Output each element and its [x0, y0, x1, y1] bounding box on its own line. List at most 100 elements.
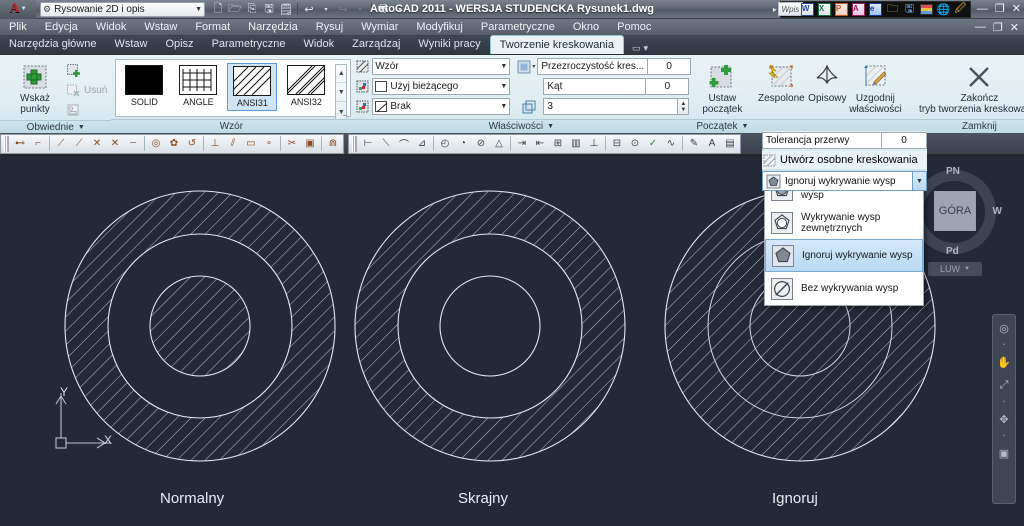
cut-icon[interactable]: ✂ — [283, 135, 301, 153]
dim-break-icon[interactable]: ✓ — [644, 135, 662, 153]
close-button[interactable]: ✕ — [1012, 3, 1021, 15]
chevron-down-icon[interactable]: ▾ — [532, 63, 535, 70]
access-icon[interactable]: A — [851, 2, 866, 17]
menu-item-narzedzia[interactable]: Narzędzia — [239, 19, 307, 36]
showmotion-icon[interactable]: ▣ — [995, 444, 1013, 462]
background-color-combo[interactable]: Brak ▼ — [372, 98, 511, 115]
add-select-objects-button[interactable] — [66, 60, 107, 80]
dim-quick-icon[interactable]: ⊞ — [549, 135, 567, 153]
close-hatch-creation-button[interactable]: Zakończ tryb tworzenia kreskowania — [909, 58, 1024, 115]
tray-expand-icon[interactable]: ▸ — [773, 5, 777, 14]
zoom-extents-icon[interactable]: ⤢ — [995, 376, 1013, 394]
floppy-icon[interactable]: 🖫 — [902, 2, 917, 17]
osnap-endpoint-icon[interactable]: ⊷ — [11, 135, 29, 153]
print-icon[interactable]: 🖶 — [375, 1, 391, 17]
ribbon-display-options[interactable]: ▭ ▾ — [632, 43, 648, 54]
pattern-solid[interactable]: SOLID — [119, 63, 169, 109]
angle-value[interactable]: 0 — [645, 78, 690, 95]
tab-opisz[interactable]: Opisz — [156, 35, 202, 54]
books-icon[interactable] — [919, 2, 934, 17]
save-icon[interactable]: 🖫 — [261, 1, 277, 17]
compass-south-label[interactable]: Pd — [946, 246, 959, 257]
toolbar-grip[interactable] — [352, 135, 357, 152]
trim-icon[interactable]: ✕ — [88, 135, 106, 153]
new-icon[interactable]: 🗋 — [210, 1, 226, 17]
excel-icon[interactable]: X — [817, 2, 832, 17]
undo-icon[interactable]: ↩ — [301, 1, 317, 17]
chevron-down-icon[interactable]: ▼ — [497, 83, 507, 90]
view-cube-top-face[interactable]: GÓRA — [934, 191, 976, 231]
circle-center-icon[interactable]: ◎ — [147, 135, 165, 153]
dim-tolerance-icon[interactable]: ⊟ — [608, 135, 626, 153]
chevron-down-icon[interactable]: ▼ — [964, 266, 970, 272]
doc-restore-button[interactable]: ❐ — [993, 21, 1003, 34]
perpendicular-icon[interactable]: ⊥ — [206, 135, 224, 153]
save-as-icon[interactable]: ⎘ — [244, 1, 260, 17]
doc-close-button[interactable]: ✕ — [1010, 21, 1019, 34]
chevron-down-icon[interactable]: ▼ — [913, 171, 927, 191]
menu-item-parametryczne[interactable]: Parametryczne — [472, 19, 564, 36]
tab-narzedzia-glowne[interactable]: Narzędzia główne — [0, 35, 105, 54]
dim-inspect-icon[interactable]: ⊙ — [626, 135, 644, 153]
tray-start-item[interactable]: Wpis — [777, 2, 804, 17]
restore-button[interactable]: ❐ — [995, 3, 1005, 15]
menu-item-plik[interactable]: Plik — [0, 19, 36, 36]
scroll-down-icon[interactable]: ▼ — [336, 84, 347, 102]
dim-ordinate-icon[interactable]: ▥ — [567, 135, 585, 153]
island-detection-selected[interactable]: Ignoruj wykrywanie wysp — [762, 171, 913, 191]
dim-continue-icon[interactable]: ⇤ — [531, 135, 549, 153]
dim-style-icon[interactable]: ✎ — [685, 135, 703, 153]
transparency-value[interactable]: 0 — [647, 58, 692, 75]
menu-item-okno[interactable]: Okno — [564, 19, 608, 36]
tools-icon[interactable]: 🖉 — [953, 2, 968, 17]
osnap-midpoint-icon[interactable]: ⌐ — [29, 135, 47, 153]
dim-diameter-icon[interactable]: ◔ — [454, 135, 472, 153]
scale-spinner[interactable]: ▲ ▼ — [678, 98, 690, 115]
steering-wheel-icon[interactable]: ◎ — [995, 319, 1013, 337]
folder-icon[interactable]: 🗀 — [885, 2, 900, 17]
menu-item-edycja[interactable]: Edycja — [36, 19, 87, 36]
toolbar-grip[interactable] — [4, 135, 9, 152]
hatch-color-combo[interactable]: Użyj bieżącego ▼ — [372, 78, 511, 95]
menu-item-pomoc[interactable]: Pomoc — [608, 19, 660, 36]
pick-points-button[interactable]: Wskaż punkty — [4, 58, 66, 115]
line-icon[interactable]: ⟋ — [52, 135, 70, 153]
menu-item-format[interactable]: Format — [186, 19, 239, 36]
gap-tolerance-value[interactable]: 0 — [881, 131, 927, 149]
pattern-ansi32[interactable]: ANSI32 — [281, 63, 340, 109]
word-icon[interactable]: W — [800, 2, 815, 17]
chevron-down-icon[interactable]: ▾ — [644, 43, 649, 54]
print-dropdown-icon[interactable]: ▾ — [392, 1, 408, 17]
dim-linear-icon[interactable]: ⊢ — [359, 135, 377, 153]
dim-arc-length-icon[interactable]: △ — [490, 135, 508, 153]
dash-icon[interactable]: ┄ — [124, 135, 142, 153]
arc-icon[interactable]: ↺ — [183, 135, 201, 153]
chevron-down-icon[interactable]: ▼ — [497, 63, 507, 70]
dropdown-item-zewnetrznych[interactable]: Wykrywanie wysp zewnętrznych — [765, 206, 923, 239]
match-properties-button[interactable]: Uzgodnij właściwości — [849, 58, 901, 115]
navigation-bar[interactable]: ◎ • ✋ ⤢ • ✥ • ▣ — [992, 314, 1016, 504]
menu-item-modyfikuj[interactable]: Modyfikuj — [407, 19, 471, 36]
chevron-down-icon[interactable]: ▼ — [21, 6, 27, 12]
paste-special-icon[interactable]: ▣ — [301, 135, 319, 153]
hatch-type-combo[interactable]: Wzór ▼ — [372, 58, 511, 75]
dim-jog-icon[interactable]: ∿ — [662, 135, 680, 153]
pattern-ansi31[interactable]: ANSI31 — [220, 63, 281, 111]
chevron-down-icon[interactable]: ▼ — [547, 123, 554, 130]
menu-item-wymiar[interactable]: Wymiar — [352, 19, 407, 36]
tab-wyniki-pracy[interactable]: Wyniki pracy — [409, 35, 489, 54]
orbit-icon[interactable]: ✥ — [995, 410, 1013, 428]
ray-icon[interactable]: ⟋ — [70, 135, 88, 153]
set-origin-button[interactable]: Ustaw początek — [695, 58, 749, 115]
internet-explorer-icon[interactable]: e — [868, 2, 883, 17]
minimize-button[interactable]: — — [977, 3, 988, 15]
dropdown-item-bez[interactable]: Bez wykrywania wysp — [765, 272, 923, 305]
powerpoint-icon[interactable]: P — [834, 2, 849, 17]
menu-item-rysuj[interactable]: Rysuj — [307, 19, 353, 36]
island-detection-combo[interactable]: Ignoruj wykrywanie wysp ▼ — [762, 171, 927, 191]
undo-dropdown-icon[interactable]: ▾ — [318, 1, 334, 17]
tab-tworzenie-kreskowania[interactable]: Tworzenie kreskowania — [489, 35, 624, 54]
tab-wstaw[interactable]: Wstaw — [105, 35, 156, 54]
globe-icon[interactable]: 🌐 — [936, 2, 951, 17]
scroll-up-icon[interactable]: ▲ — [336, 65, 347, 83]
